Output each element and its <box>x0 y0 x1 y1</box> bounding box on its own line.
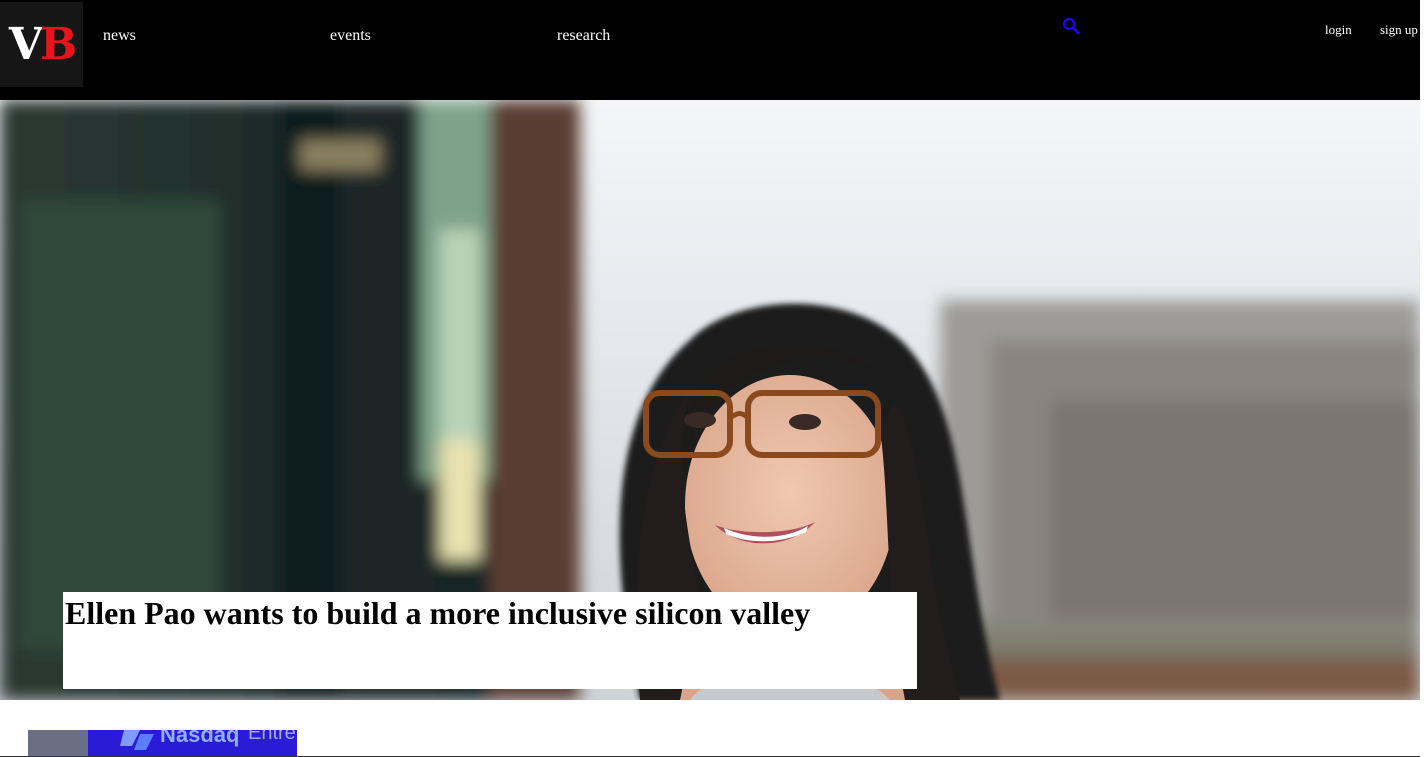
headline-title[interactable]: Ellen Pao wants to build a more inclusiv… <box>63 592 917 631</box>
signup-link[interactable]: sign up <box>1380 22 1418 38</box>
search-button[interactable] <box>1062 17 1080 35</box>
article-thumbnail[interactable]: Nasdaq Entre <box>28 730 297 757</box>
login-link[interactable]: login <box>1325 22 1352 38</box>
hero-feature[interactable]: Ellen Pao wants to build a more inclusiv… <box>0 100 1420 700</box>
site-logo[interactable]: VB <box>0 2 83 87</box>
page: VB news events research login sign up El… <box>0 0 1427 757</box>
nav-events-link[interactable]: events <box>330 27 371 45</box>
site-header: VB news events research login sign up <box>0 0 1420 100</box>
nav-news-link[interactable]: news <box>103 27 136 45</box>
thumbnail-sub-text: Entre <box>248 730 296 744</box>
search-icon <box>1062 17 1080 35</box>
headline-card[interactable]: Ellen Pao wants to build a more inclusiv… <box>63 592 917 689</box>
thumbnail-brand-text: Nasdaq <box>160 730 240 747</box>
vb-logo-icon: VB <box>8 18 77 70</box>
nav-research-link[interactable]: research <box>557 27 610 45</box>
